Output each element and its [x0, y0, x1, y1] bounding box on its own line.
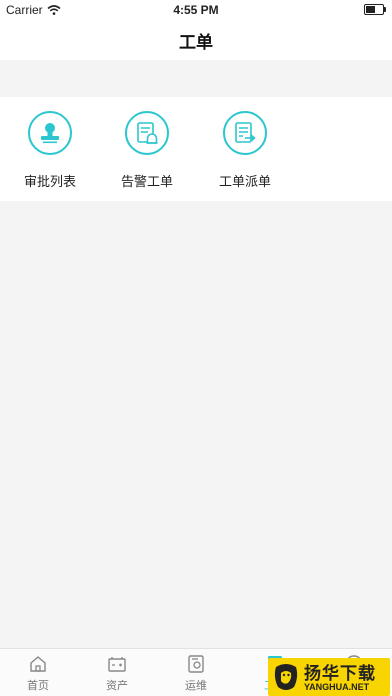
home-icon: [30, 656, 46, 672]
alarm-document-icon: [125, 111, 169, 155]
status-right: [364, 4, 386, 15]
watermark-logo: 扬华下载 YANGHUA.NET: [268, 658, 390, 696]
tab-label: 资产: [106, 679, 128, 692]
status-time: 4:55 PM: [173, 3, 219, 17]
grid-item-label: 工单派单: [218, 175, 271, 190]
grid-item-dispatch-workorder[interactable]: 工单派单: [205, 111, 285, 190]
tab-label: 首页: [27, 679, 49, 692]
page-title: 工单: [179, 32, 213, 53]
status-bar: Carrier 4:55 PM: [0, 0, 392, 20]
tab-label: 运维: [185, 679, 207, 692]
dispatch-document-icon: [223, 111, 267, 155]
maintenance-icon: [188, 655, 204, 673]
tab-maintenance[interactable]: 运维: [166, 654, 226, 693]
lion-logo-icon: [274, 664, 298, 690]
grid-item-label: 告警工单: [120, 175, 173, 190]
grid-item-approval-list[interactable]: 审批列表: [10, 111, 90, 190]
nav-bar: 工单: [0, 20, 392, 60]
function-grid: 审批列表 告警工单 工单派单: [0, 97, 392, 201]
stamp-icon: [28, 111, 72, 155]
watermark-url: YANGHUA.NET: [304, 682, 370, 692]
grid-item-alarm-workorder[interactable]: 告警工单: [107, 111, 187, 190]
grid-item-label: 审批列表: [23, 175, 76, 190]
tab-home[interactable]: 首页: [8, 654, 68, 693]
watermark-title: 扬华下载: [304, 664, 376, 684]
battery-asset-icon: [108, 657, 126, 672]
tab-assets[interactable]: 资产: [87, 654, 147, 693]
battery-icon: [364, 4, 386, 15]
